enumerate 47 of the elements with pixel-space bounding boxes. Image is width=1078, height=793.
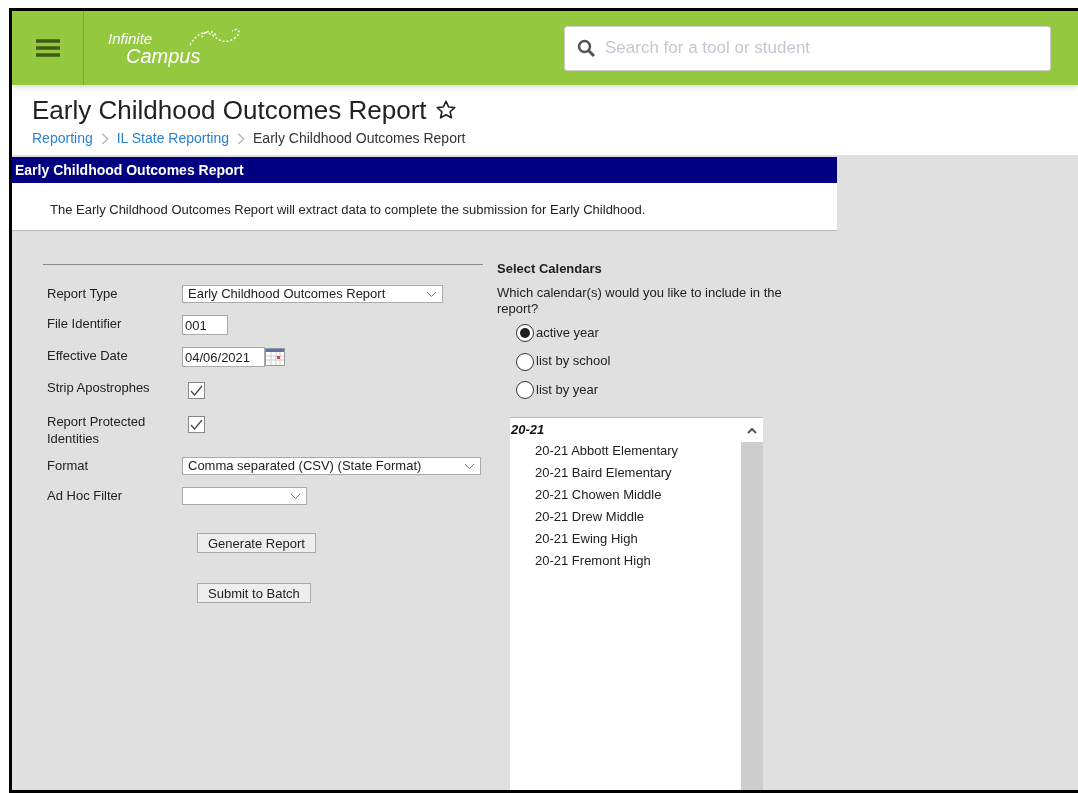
field-label: File Identifier [47, 315, 123, 332]
field-label: Effective Date [47, 347, 129, 364]
action-button[interactable]: Generate Report [197, 533, 316, 553]
dropdown[interactable]: Comma separated (CSV) (State Format) [182, 457, 481, 475]
logo-text: Campus [126, 45, 201, 66]
radio-option[interactable]: active year [516, 322, 837, 342]
calendar-icon[interactable] [265, 348, 285, 366]
search-icon [577, 38, 596, 58]
list-item[interactable]: 20-21 Chowen Middle [510, 483, 741, 506]
search-field[interactable]: Search for a tool or student [564, 25, 1051, 71]
chevron-down-icon [464, 462, 475, 470]
list-item[interactable]: 20-21 Fremont High [510, 549, 741, 572]
radio-option[interactable]: list by school [516, 351, 837, 371]
chevron-down-icon [426, 290, 437, 298]
list-item[interactable]: 20-21 Baird Elementary [510, 461, 741, 484]
field-label: Report Type [47, 285, 119, 302]
field-label: Ad Hoc Filter [47, 487, 124, 504]
list-item[interactable]: 20-21 Abbott Elementary [510, 439, 741, 462]
page-title: Early Childhood Outcomes Report [32, 94, 427, 126]
breadcrumb-link[interactable]: Reporting [32, 128, 93, 149]
date-field[interactable]: 04/06/2021 [182, 347, 265, 367]
list-item[interactable]: 20-21 Ewing High [510, 527, 741, 550]
calendar-list[interactable]: 20-21 20-21 Abbott Elementary 20-21 Baird Elementary 20-21 Chowen Middle 20-21 Drew Middle 20-21 Ewing High 20-21 Fremont High [510, 417, 763, 790]
breadcrumb-current: Early Childhood Outcomes Report [253, 129, 466, 148]
field-label: Strip Apostrophes [47, 379, 151, 396]
chevron-right-icon [237, 132, 246, 145]
dropdown[interactable]: Early Childhood Outcomes Report [182, 285, 443, 303]
panel-header: Early Childhood Outcomes Report [12, 157, 837, 183]
star-icon[interactable] [434, 99, 457, 121]
description-text: The Early Childhood Outcomes Report will extract data to complete the submission for Early Childhood. [50, 202, 646, 217]
field-label: Report Protected Identities [47, 413, 147, 447]
chevron-right-icon [100, 132, 109, 145]
menu-icon[interactable] [35, 38, 60, 58]
section-heading: Select Calendars [497, 260, 603, 278]
action-button[interactable]: Submit to Batch [197, 583, 311, 603]
chevron-up-icon[interactable] [747, 426, 757, 434]
field-label: Format [47, 457, 90, 474]
logo-text: Infinite [108, 30, 154, 46]
list-group-header: 20-21 [510, 421, 546, 439]
question-text: Which calendar(s) would you like to include in the report? [497, 284, 783, 317]
radio-option[interactable]: list by year [516, 379, 837, 399]
breadcrumb-link[interactable]: IL State Reporting [116, 128, 230, 149]
input-field[interactable]: 001 [182, 315, 228, 335]
list-item[interactable]: 20-21 Drew Middle [510, 505, 741, 528]
checkbox[interactable] [188, 382, 205, 399]
chevron-down-icon [290, 492, 301, 500]
checkbox[interactable] [188, 416, 205, 433]
